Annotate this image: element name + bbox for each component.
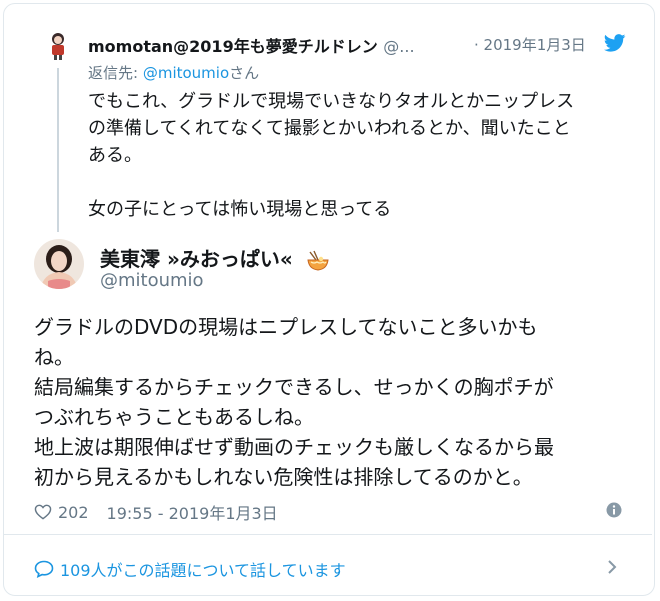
tweet-text: グラドルのDVDの現場はニプレスしてないこと多いかも ね。 結局編集するからチェ…: [34, 315, 554, 489]
reply-to-prefix: 返信先:: [88, 64, 143, 82]
like-count[interactable]: 202: [58, 503, 89, 522]
reply-tweet-text: でもこれ、グラドルで現場でいきなりタオルとかニップレス の準備してくれてなくて撮…: [88, 91, 575, 220]
author-avatar[interactable]: [34, 239, 84, 289]
info-icon[interactable]: [606, 502, 622, 518]
tweet-timestamp[interactable]: 19:55 - 2019年1月3日: [107, 500, 278, 524]
reply-to-mention-link[interactable]: @mitoumio: [143, 64, 229, 82]
footer-divider: [4, 534, 652, 535]
reply-display-name[interactable]: momotan@2019年も夢愛チルドレン: [88, 37, 378, 56]
reply-to-line: 返信先: @mitoumioさん: [88, 62, 259, 83]
conversation-link-label[interactable]: 109人がこの話題について話しています: [60, 557, 346, 581]
author-display-name[interactable]: 美東澪 »みおっぱい«: [100, 247, 293, 271]
heart-icon[interactable]: [34, 504, 52, 520]
conversation-link[interactable]: 109人がこの話題について話しています: [34, 557, 346, 581]
reply-to-suffix: さん: [229, 64, 260, 82]
speech-bubble-icon: [34, 560, 54, 578]
twitter-bird-icon[interactable]: [604, 34, 626, 52]
thread-connector-line: [57, 68, 59, 232]
reply-avatar[interactable]: [44, 30, 72, 60]
chevron-right-icon[interactable]: [606, 559, 618, 575]
reply-author-name[interactable]: momotan@2019年も夢愛チルドレン @...: [88, 33, 415, 57]
reply-date[interactable]: · 2019年1月3日: [474, 34, 586, 55]
author-name-row[interactable]: 美東澪 »みおっぱい«: [100, 243, 330, 272]
ramen-bowl-icon: [307, 250, 329, 271]
reply-handle[interactable]: @...: [383, 37, 414, 56]
author-handle[interactable]: @mitoumio: [100, 270, 204, 291]
tweet-meta-row: 202 19:55 - 2019年1月3日: [34, 500, 278, 524]
